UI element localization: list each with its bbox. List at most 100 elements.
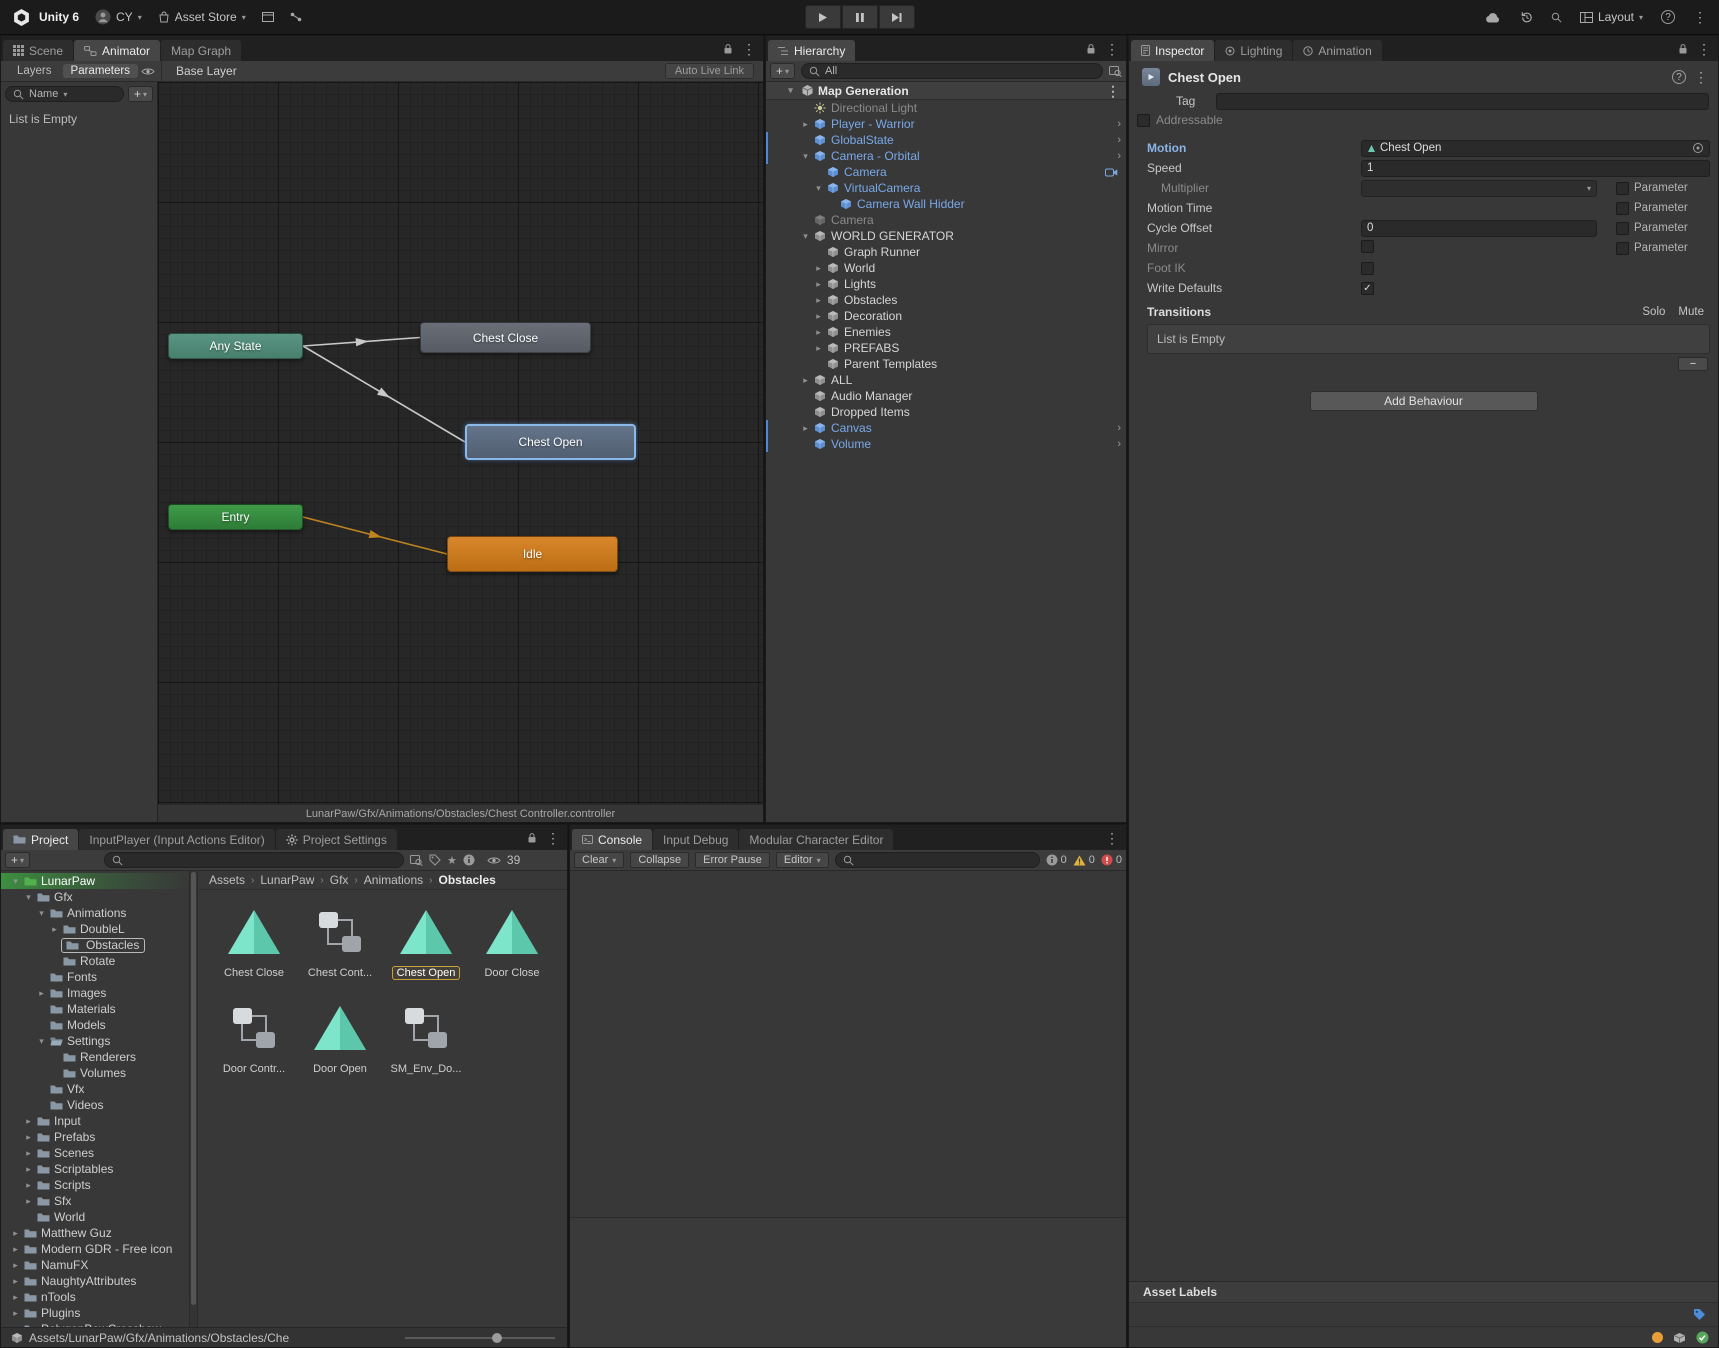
hierarchy-item-enemies[interactable]: ▸Enemies bbox=[766, 324, 1126, 340]
project-folder-prefabs[interactable]: ▸Prefabs bbox=[1, 1129, 189, 1145]
animator-state-chest-open[interactable]: Chest Open bbox=[465, 424, 636, 460]
multiplier-parameter-checkbox[interactable] bbox=[1616, 182, 1629, 195]
expander-open-icon[interactable]: ▾ bbox=[799, 231, 812, 242]
speed-input[interactable] bbox=[1367, 162, 1704, 174]
project-folder-animations[interactable]: ▾Animations bbox=[1, 905, 189, 921]
error-pause-button[interactable]: Error Pause bbox=[695, 852, 770, 868]
pause-button[interactable] bbox=[842, 5, 878, 29]
hierarchy-item-camera[interactable]: Camera bbox=[766, 212, 1126, 228]
motion-time-parameter-checkbox[interactable] bbox=[1616, 202, 1629, 215]
scrollbar-thumb[interactable] bbox=[191, 872, 196, 1305]
inspector-tab-animation[interactable]: Animation bbox=[1293, 40, 1381, 61]
kebab-menu-icon[interactable]: ⋮ bbox=[742, 42, 756, 56]
project-folder-vfx[interactable]: Vfx bbox=[1, 1081, 189, 1097]
history-icon[interactable] bbox=[1520, 11, 1533, 24]
kebab-menu-icon[interactable]: ⋮ bbox=[546, 831, 560, 845]
alert-icon[interactable] bbox=[463, 854, 475, 866]
tree-scrollbar[interactable] bbox=[189, 871, 198, 1327]
kebab-menu-icon[interactable]: ⋮ bbox=[1105, 831, 1119, 845]
speed-field[interactable] bbox=[1361, 160, 1710, 177]
window-pane-icon[interactable] bbox=[262, 12, 274, 22]
project-folder-ntools[interactable]: ▸nTools bbox=[1, 1289, 189, 1305]
project-folder-images[interactable]: ▸Images bbox=[1, 985, 189, 1001]
lock-icon[interactable] bbox=[723, 43, 733, 55]
help-icon[interactable]: ? bbox=[1672, 70, 1686, 84]
expander-closed-icon[interactable]: ▸ bbox=[9, 1244, 22, 1255]
animator-tab-map-graph[interactable]: Map Graph bbox=[161, 40, 241, 61]
foot-ik-checkbox[interactable] bbox=[1361, 262, 1374, 275]
project-folder-input[interactable]: ▸Input bbox=[1, 1113, 189, 1129]
expander-closed-icon[interactable]: ▸ bbox=[22, 1196, 35, 1207]
cycle-offset-field[interactable] bbox=[1361, 220, 1597, 237]
hierarchy-item-virtualcamera[interactable]: ▾VirtualCamera bbox=[766, 180, 1126, 196]
editor-dropdown[interactable]: Editor▾ bbox=[776, 852, 829, 868]
hierarchy-item-volume[interactable]: Volume› bbox=[766, 436, 1126, 452]
hierarchy-item-dropped-items[interactable]: Dropped Items bbox=[766, 404, 1126, 420]
expander-closed-icon[interactable]: ▸ bbox=[799, 423, 812, 434]
zoom-slider-knob[interactable] bbox=[492, 1333, 502, 1343]
hierarchy-item-camera[interactable]: Camera bbox=[766, 164, 1126, 180]
expander-closed-icon[interactable]: ▸ bbox=[9, 1292, 22, 1303]
expander-closed-icon[interactable]: ▸ bbox=[9, 1308, 22, 1319]
hierarchy-item-parent-templates[interactable]: Parent Templates bbox=[766, 356, 1126, 372]
prefab-chevron-icon[interactable]: › bbox=[1117, 134, 1121, 146]
expander-closed-icon[interactable]: ▸ bbox=[9, 1276, 22, 1287]
collapse-button[interactable]: Collapse bbox=[630, 852, 689, 868]
project-folder-models[interactable]: Models bbox=[1, 1017, 189, 1033]
asset-door-open[interactable]: Door Open bbox=[297, 996, 383, 1090]
project-folder-namufx[interactable]: ▸NamuFX bbox=[1, 1257, 189, 1273]
console-search-input[interactable] bbox=[835, 852, 1040, 868]
breadcrumb-animations[interactable]: Animations bbox=[364, 873, 423, 887]
hierarchy-search-input[interactable]: All bbox=[801, 63, 1103, 79]
parameters-tab[interactable]: Parameters bbox=[63, 64, 138, 78]
asset-store-menu[interactable]: Asset Store ▾ bbox=[158, 10, 246, 24]
asset-labels-header[interactable]: Asset Labels bbox=[1129, 1282, 1718, 1303]
asset-chest-cont[interactable]: Chest Cont... bbox=[297, 900, 383, 994]
help-icon[interactable]: ? bbox=[1661, 10, 1675, 24]
project-folder-renderers[interactable]: Renderers bbox=[1, 1049, 189, 1065]
transitions-list[interactable]: List is Empty bbox=[1147, 324, 1710, 354]
expander-open-icon[interactable]: ▾ bbox=[9, 876, 22, 887]
expander-closed-icon[interactable]: ▸ bbox=[35, 988, 48, 999]
expander-open-icon[interactable]: ▾ bbox=[22, 892, 35, 903]
project-folder-videos[interactable]: Videos bbox=[1, 1097, 189, 1113]
cycle-offset-parameter-checkbox[interactable] bbox=[1616, 222, 1629, 235]
prefab-chevron-icon[interactable]: › bbox=[1117, 118, 1121, 130]
asset-chest-open[interactable]: Chest Open bbox=[383, 900, 469, 994]
lock-icon[interactable] bbox=[1086, 43, 1096, 55]
animator-state-entry[interactable]: Entry bbox=[168, 504, 303, 530]
tag-input[interactable] bbox=[1222, 95, 1703, 107]
project-folder-gfx[interactable]: ▾Gfx bbox=[1, 889, 189, 905]
lock-icon[interactable] bbox=[1678, 43, 1688, 55]
search-by-type-icon[interactable] bbox=[410, 855, 423, 866]
hierarchy-item-canvas[interactable]: ▸Canvas› bbox=[766, 420, 1126, 436]
animator-state-idle[interactable]: Idle bbox=[447, 536, 618, 572]
account-menu[interactable]: CY ▾ bbox=[95, 9, 142, 25]
project-folder-sfx[interactable]: ▸Sfx bbox=[1, 1193, 189, 1209]
hierarchy-item-obstacles[interactable]: ▸Obstacles bbox=[766, 292, 1126, 308]
asset-door-close[interactable]: Door Close bbox=[469, 900, 555, 994]
kebab-menu-icon[interactable]: ⋮ bbox=[1693, 10, 1707, 24]
expander-open-icon[interactable]: ▾ bbox=[784, 85, 797, 96]
animator-tab-scene[interactable]: Scene bbox=[3, 40, 73, 61]
expander-closed-icon[interactable]: ▸ bbox=[48, 924, 61, 935]
breadcrumb-assets[interactable]: Assets bbox=[209, 873, 245, 887]
eye-icon[interactable] bbox=[141, 67, 155, 76]
eye-icon[interactable] bbox=[487, 856, 501, 865]
prefab-chevron-icon[interactable]: › bbox=[1117, 150, 1121, 162]
expander-closed-icon[interactable]: ▸ bbox=[799, 119, 812, 130]
expander-open-icon[interactable]: ▾ bbox=[799, 151, 812, 162]
hierarchy-item-globalstate[interactable]: GlobalState› bbox=[766, 132, 1126, 148]
project-folder-settings[interactable]: ▾Settings bbox=[1, 1033, 189, 1049]
asset-sm-env-do[interactable]: SM_Env_Do... bbox=[383, 996, 469, 1090]
inspector-tab-inspector[interactable]: Inspector bbox=[1131, 40, 1214, 61]
mirror-checkbox[interactable] bbox=[1361, 240, 1374, 253]
project-search-input[interactable] bbox=[104, 852, 404, 868]
breadcrumb-obstacles[interactable]: Obstacles bbox=[438, 873, 495, 887]
clear-button[interactable]: Clear▾ bbox=[574, 852, 624, 868]
console-log-area[interactable] bbox=[570, 871, 1126, 1347]
layers-tab[interactable]: Layers bbox=[9, 64, 60, 78]
project-folder-world[interactable]: World bbox=[1, 1209, 189, 1225]
search-by-type-icon[interactable] bbox=[1109, 66, 1122, 77]
expander-closed-icon[interactable]: ▸ bbox=[9, 1228, 22, 1239]
